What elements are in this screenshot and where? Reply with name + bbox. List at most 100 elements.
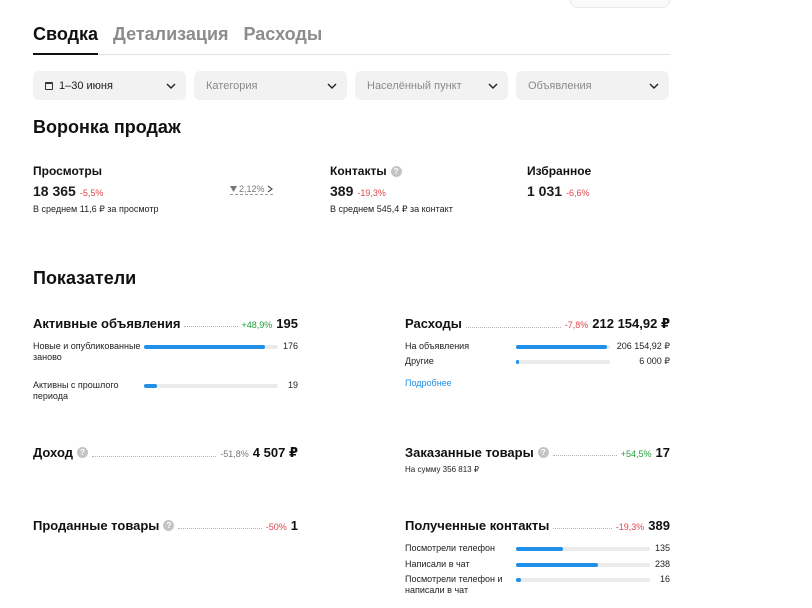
calendar-icon: [45, 81, 53, 90]
ordered-value: 17: [655, 445, 670, 460]
income-metric: Доход ? -51,8% 4 507 ₽: [33, 445, 298, 461]
city-select[interactable]: Населённый пункт: [355, 71, 508, 100]
tab-summary[interactable]: Сводка: [33, 22, 99, 55]
progress-fill: [144, 345, 265, 349]
expenses-value: 212 154,92 ₽: [592, 316, 670, 331]
row-label: Другие: [405, 356, 434, 366]
received-contacts-label: Полученные контакты: [405, 518, 550, 533]
row-value: 135: [654, 543, 670, 553]
active-ads-value: 195: [276, 316, 298, 331]
row-label: На объявления: [405, 341, 470, 351]
ordered-note: На сумму 356 813 ₽: [405, 465, 479, 474]
row-value: 16: [659, 574, 670, 584]
progress-fill: [516, 563, 598, 567]
sold-label: Проданные товары: [33, 518, 160, 533]
progress-fill: [516, 578, 522, 582]
row-value: 176: [282, 341, 298, 351]
contacts-label: Контакты: [330, 164, 387, 178]
income-label: Доход: [33, 445, 73, 460]
dotted-leader: [465, 326, 561, 328]
period-select[interactable]: 1–30 июня: [33, 71, 186, 100]
received-contacts-value: 389: [648, 518, 670, 533]
funnel-favorites: Избранное 1 031 -6,6%: [527, 164, 591, 199]
tab-expenses[interactable]: Расходы: [244, 22, 323, 55]
contacts-row: Написали в чат 238: [405, 559, 670, 570]
info-icon[interactable]: ?: [76, 447, 88, 458]
expenses-label: Расходы: [405, 316, 462, 331]
ordered-metric: Заказанные товары ? +54,5% 17: [405, 445, 670, 460]
contacts-row: Посмотрели телефон 135: [405, 543, 670, 554]
funnel-views: Просмотры 18 365 -5,5% В среднем 11,6 ₽ …: [33, 164, 158, 215]
progress-bar: [144, 384, 278, 388]
dotted-leader: [553, 528, 612, 529]
chevron-down-icon: [327, 83, 337, 89]
info-icon[interactable]: ?: [537, 447, 549, 458]
progress-bar: [144, 345, 278, 349]
sold-metric: Проданные товары ? -50% 1: [33, 518, 298, 533]
active-ads-row: Активны с прошлого периода 19: [33, 380, 298, 402]
contacts-value: 389: [330, 183, 354, 199]
expenses-row: На объявления 206 154,92 ₽: [405, 341, 670, 352]
row-value: 206 154,92 ₽: [616, 341, 670, 351]
row-label: Посмотрели телефон и написали в чат: [405, 574, 503, 595]
progress-bar: [516, 578, 650, 582]
details-link[interactable]: Подробнее: [405, 378, 452, 388]
row-label: Новые и опубликованные заново: [33, 341, 141, 362]
active-ads-row: Новые и опубликованные заново 176: [33, 341, 298, 363]
progress-fill: [516, 547, 563, 551]
tab-details[interactable]: Детализация: [113, 22, 229, 55]
funnel-contacts: Контакты ? 389 -19,3% В среднем 545,4 ₽ …: [330, 164, 453, 215]
category-select[interactable]: Категория: [194, 71, 347, 100]
indicators-title: Показатели: [33, 268, 137, 288]
contacts-row: Посмотрели телефон и написали в чат 16: [405, 574, 670, 596]
dotted-leader: [184, 326, 238, 327]
favorites-label: Избранное: [527, 164, 592, 178]
conversion-link[interactable]: 2,12%: [230, 184, 273, 195]
ordered-change: +54,5%: [620, 449, 652, 459]
received-contacts-metric: Полученные контакты -19,3% 389: [405, 518, 670, 533]
sold-value: 1: [290, 518, 298, 533]
top-partial-button[interactable]: [570, 0, 670, 8]
dotted-leader: [552, 455, 617, 456]
received-contacts-change: -19,3%: [615, 522, 645, 532]
chevron-down-icon: [166, 83, 176, 89]
triangle-down-icon: [230, 186, 237, 192]
ads-select[interactable]: Объявления: [516, 71, 669, 100]
views-change: -5,5%: [79, 188, 104, 198]
progress-fill: [516, 345, 608, 349]
contacts-change: -19,3%: [357, 188, 386, 198]
period-value: 1–30 июня: [59, 79, 113, 92]
chevron-right-icon: [267, 185, 273, 193]
row-label: Активны с прошлого периода: [33, 380, 119, 401]
row-label: Написали в чат: [405, 559, 470, 569]
expenses-metric: Расходы -7,8% 212 154,92 ₽: [405, 316, 670, 332]
progress-bar: [516, 345, 610, 349]
row-value: 6 000 ₽: [639, 356, 670, 366]
income-value: 4 507 ₽: [252, 445, 298, 460]
row-value: 238: [654, 559, 670, 569]
favorites-change: -6,6%: [566, 188, 590, 198]
active-ads-metric: Активные объявления +48,9% 195: [33, 316, 298, 331]
expenses-change: -7,8%: [564, 320, 589, 330]
filters-bar: 1–30 июня Категория Населённый пункт Объ…: [33, 71, 669, 100]
dotted-leader: [178, 528, 262, 529]
active-ads-label: Активные объявления: [33, 316, 181, 331]
contacts-sub: В среднем 545,4 ₽ за контакт: [330, 204, 453, 214]
info-icon[interactable]: ?: [163, 520, 175, 531]
views-label: Просмотры: [33, 164, 103, 178]
row-label: Посмотрели телефон: [405, 543, 495, 553]
info-icon[interactable]: ?: [390, 165, 402, 177]
favorites-value: 1 031: [527, 183, 563, 199]
ordered-label: Заказанные товары: [405, 445, 534, 460]
dotted-leader: [91, 455, 217, 457]
views-value: 18 365: [33, 183, 76, 199]
tab-bar: Сводка Детализация Расходы: [33, 22, 670, 55]
funnel-title: Воронка продаж: [33, 117, 181, 137]
category-placeholder: Категория: [206, 79, 258, 92]
chevron-down-icon: [488, 83, 498, 89]
expenses-row: Другие 6 000 ₽: [405, 356, 670, 367]
views-sub: В среднем 11,6 ₽ за просмотр: [33, 204, 159, 214]
row-value: 19: [287, 380, 298, 390]
progress-bar: [516, 563, 650, 567]
active-ads-change: +48,9%: [241, 320, 273, 330]
